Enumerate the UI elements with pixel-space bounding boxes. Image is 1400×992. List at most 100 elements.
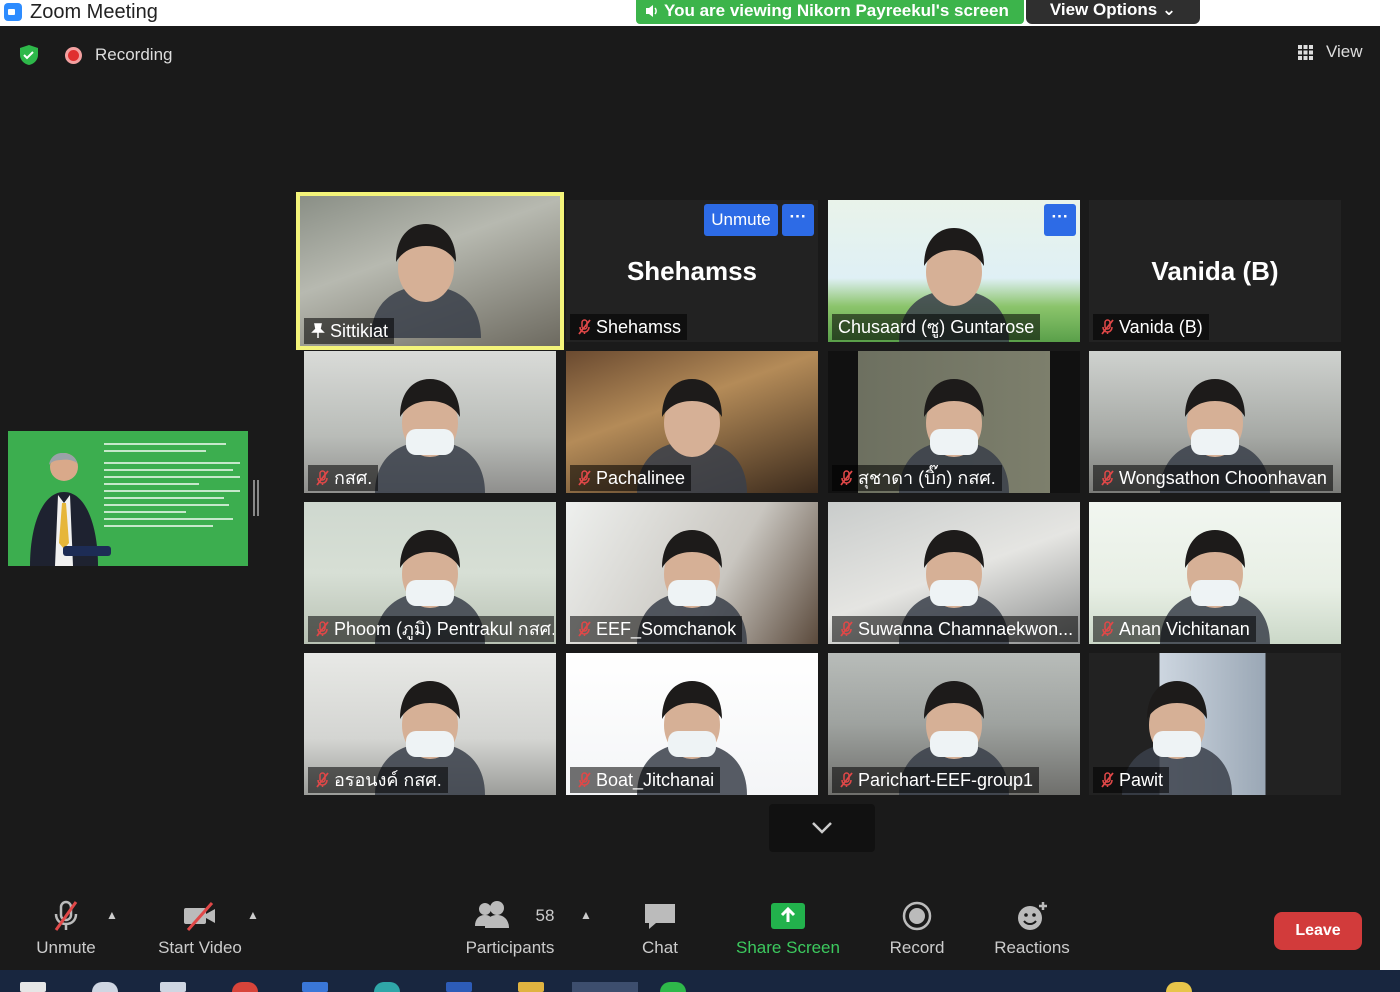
view-label: View <box>1326 42 1363 61</box>
chat-icon <box>645 904 675 929</box>
participant-tile[interactable]: Vanida (B) Vanida (B) <box>1089 200 1341 342</box>
mic-muted-icon <box>840 772 853 788</box>
participant-name-display: Vanida (B) <box>1151 256 1279 286</box>
mic-muted-icon <box>1101 621 1114 637</box>
mic-icon <box>838 319 854 335</box>
more-options-button[interactable]: ··· <box>1044 204 1076 236</box>
app-icon-edge[interactable] <box>374 982 400 992</box>
app-icon-store[interactable] <box>302 982 328 992</box>
grid-icon <box>1298 45 1313 60</box>
app-icon-chrome[interactable] <box>232 982 258 992</box>
start-video-label: Start Video <box>158 938 242 957</box>
video-off-icon <box>184 902 215 931</box>
participant-name: สุชาดา (บิ๊ก) กสศ. <box>858 468 996 488</box>
ask-to-unmute-button[interactable]: Unmute <box>704 204 778 236</box>
participant-name: Pawit <box>1119 770 1164 790</box>
view-options-label: View Options <box>1049 0 1158 19</box>
mic-muted-icon <box>578 470 591 486</box>
zoom-logo-icon <box>4 3 22 21</box>
mic-muted-icon <box>1101 772 1114 788</box>
window-title: Zoom Meeting <box>30 1 158 23</box>
app-icon-mail[interactable] <box>446 982 472 992</box>
participant-tile[interactable]: ··· Chusaard (ซู) Guntarose <box>828 200 1080 342</box>
participant-tile[interactable]: Sittikiat <box>296 192 564 350</box>
start-video-button[interactable]: Start Video <box>150 900 250 958</box>
participant-name-label: Phoom (ภูมิ) Pentrakul กสศ. <box>308 616 554 642</box>
tray-icon[interactable] <box>1166 982 1192 992</box>
window-edge <box>1380 0 1400 970</box>
mic-off-icon <box>54 900 78 931</box>
sharing-text: You are viewing Nikorn Payreekul's scree… <box>664 1 1009 20</box>
mic-muted-icon <box>840 470 853 486</box>
slide-text-lines <box>104 443 240 532</box>
chat-label: Chat <box>642 938 678 957</box>
participants-options-caret[interactable]: ▲ <box>580 908 592 922</box>
participant-tile[interactable]: Anan Vichitanan <box>1089 502 1341 644</box>
participant-name-label: Wongsathon Choonhavan <box>1093 465 1333 491</box>
share-screen-icon <box>771 903 805 929</box>
participant-name: Suwanna Chamnaekwon... <box>858 619 1074 639</box>
chevron-down-icon: ⌄ <box>1161 0 1177 19</box>
mic-muted-icon <box>316 621 329 637</box>
participant-tile[interactable]: EEF_Somchanok <box>566 502 818 644</box>
participant-tile[interactable]: Pachalinee <box>566 351 818 493</box>
participant-tile[interactable]: Pawit <box>1089 653 1341 795</box>
search-icon[interactable] <box>92 982 118 992</box>
participant-name: Phoom (ภูมิ) Pentrakul กสศ. <box>334 619 554 639</box>
speaker-icon <box>646 5 657 17</box>
participant-name-label: Boat_Jitchanai <box>570 767 721 793</box>
meeting-area: Recording View Sittikiat Shehamss Unmute ··… <box>0 26 1380 970</box>
more-options-button[interactable]: ··· <box>782 204 814 236</box>
leave-button[interactable]: Leave <box>1274 912 1362 950</box>
record-label: Record <box>889 938 945 957</box>
mic-muted-icon <box>578 319 591 335</box>
unmute-label: Unmute <box>36 938 96 957</box>
os-taskbar <box>0 970 1400 992</box>
start-icon[interactable] <box>20 982 46 992</box>
participant-tile[interactable]: กสศ. <box>304 351 556 493</box>
participant-tile[interactable]: Shehamss Unmute ··· Shehamss <box>566 200 818 342</box>
record-icon <box>902 901 932 931</box>
pin-icon <box>311 323 325 338</box>
shared-screen-thumbnail[interactable] <box>8 431 248 566</box>
chat-button[interactable]: Chat <box>630 900 690 958</box>
app-icon-line[interactable] <box>660 982 686 992</box>
screen-share-banner: You are viewing Nikorn Payreekul's scree… <box>636 0 1024 24</box>
view-options-button[interactable]: View Options ⌄ <box>1026 0 1200 24</box>
mic-muted-icon <box>578 621 591 637</box>
participant-tile[interactable]: Phoom (ภูมิ) Pentrakul กสศ. <box>304 502 556 644</box>
participant-tile[interactable]: อรอนงค์ กสศ. <box>304 653 556 795</box>
share-screen-button[interactable]: Share Screen <box>732 900 844 958</box>
video-options-caret[interactable]: ▲ <box>247 908 259 922</box>
participant-name-label: EEF_Somchanok <box>570 616 743 642</box>
presenter-caption <box>63 546 111 556</box>
scroll-down-button[interactable] <box>769 804 875 852</box>
participant-name: Parichart-EEF-group1 <box>858 770 1034 790</box>
participant-name-label: กสศ. <box>308 465 379 491</box>
mic-muted-icon <box>316 470 329 486</box>
unmute-button[interactable]: Unmute <box>30 900 102 958</box>
share-screen-label: Share Screen <box>736 938 840 957</box>
record-button[interactable]: Record <box>884 900 950 958</box>
participant-tile[interactable]: Suwanna Chamnaekwon... <box>828 502 1080 644</box>
reactions-button[interactable]: Reactions <box>990 900 1074 958</box>
participant-tile[interactable]: Boat_Jitchanai <box>566 653 818 795</box>
participant-name-label: Vanida (B) <box>1093 314 1209 340</box>
task-view-icon[interactable] <box>160 982 186 992</box>
participant-tile[interactable]: Wongsathon Choonhavan <box>1089 351 1341 493</box>
participants-label: Participants <box>465 938 555 957</box>
split-drag-handle[interactable] <box>253 480 259 516</box>
app-icon-zoom-active[interactable] <box>572 982 638 992</box>
audio-options-caret[interactable]: ▲ <box>106 908 118 922</box>
mic-muted-icon <box>316 772 329 788</box>
view-button[interactable]: View <box>1290 38 1368 66</box>
participant-name: Sittikiat <box>330 321 389 341</box>
app-icon-explorer[interactable] <box>518 982 544 992</box>
participant-tile[interactable]: สุชาดา (บิ๊ก) กสศ. <box>828 351 1080 493</box>
participant-tile[interactable]: Parichart-EEF-group1 <box>828 653 1080 795</box>
participant-name-label: Parichart-EEF-group1 <box>832 767 1040 793</box>
participant-name-label: Shehamss <box>570 314 688 340</box>
security-shield-icon[interactable] <box>18 44 40 66</box>
participant-name: Anan Vichitanan <box>1119 619 1250 639</box>
participant-name: กสศ. <box>334 468 373 488</box>
